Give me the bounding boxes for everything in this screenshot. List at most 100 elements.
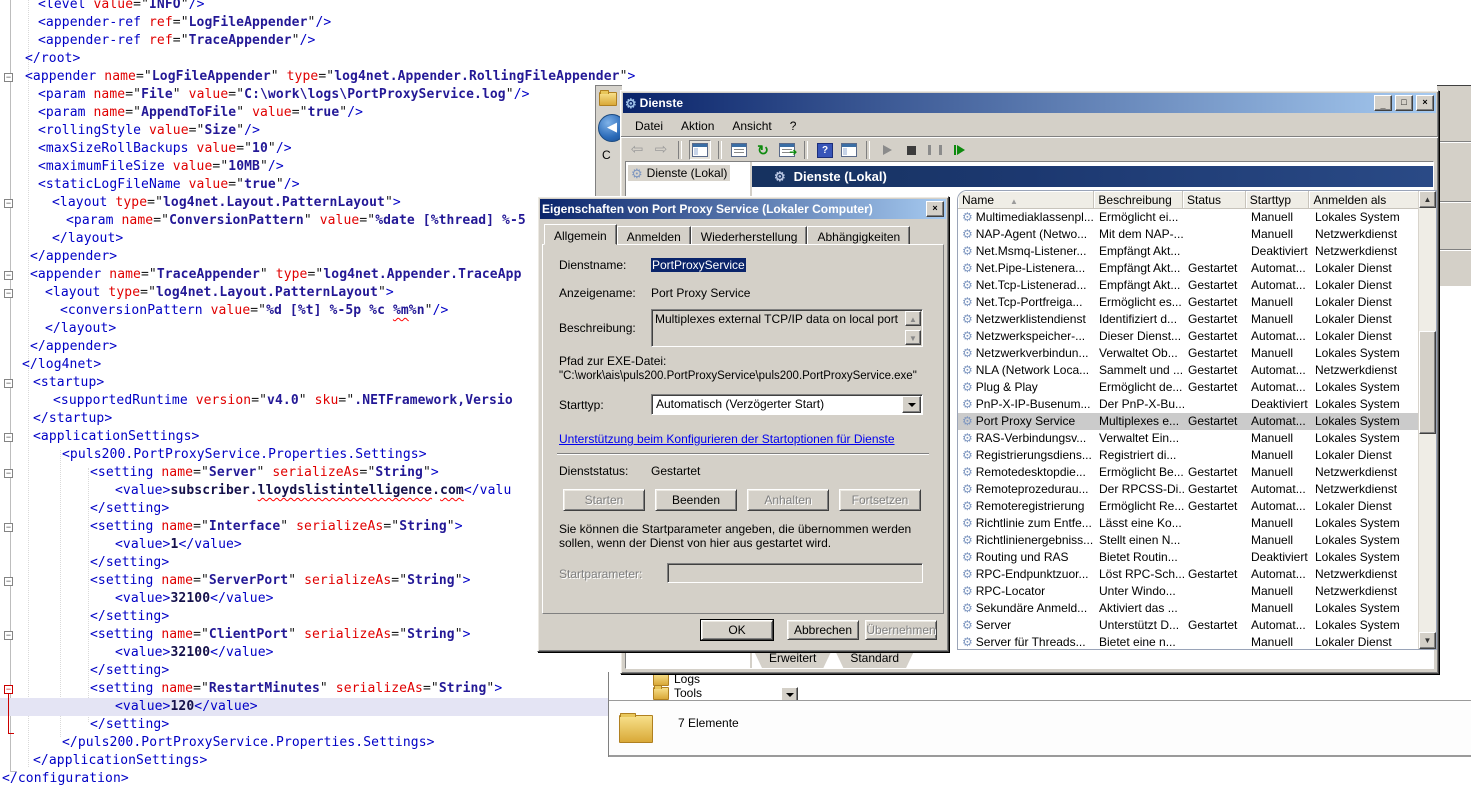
dialog-tab-anmelden[interactable]: Anmelden (617, 226, 691, 245)
service-row[interactable]: ⚙PnP-X-IP-Busenum...Der PnP-X-Bu...Deakt… (958, 396, 1419, 413)
service-row[interactable]: ⚙RPC-Endpunktzuor...Löst RPC-Sch...Gesta… (958, 566, 1419, 583)
dialog-tab-allgemein[interactable]: Allgemein (544, 224, 617, 245)
service-row[interactable]: ⚙Netzwerkspeicher-...Dieser Dienst...Ges… (958, 328, 1419, 345)
service-row[interactable]: ⚙Remotedesktopdie...Ermöglicht Be...Gest… (958, 464, 1419, 481)
service-row[interactable]: ⚙Registrierungsdiens...Registriert di...… (958, 447, 1419, 464)
services-list: Name▲BeschreibungStatusStarttypAnmelden … (957, 190, 1437, 650)
beschreibung-box[interactable]: Multiplexes external TCP/IP data on loca… (651, 309, 923, 347)
abbrechen-button[interactable]: Abbrechen (787, 620, 859, 640)
services-scrollbar[interactable]: ▲ ▼ (1418, 191, 1436, 649)
dialog-tab-abhangigkeiten[interactable]: Abhängigkeiten (807, 226, 910, 245)
pause-service-icon[interactable] (925, 141, 945, 159)
service-row[interactable]: ⚙Richtlinienergebniss...Stellt einen N..… (958, 532, 1419, 549)
code-line: </root> (0, 50, 1471, 68)
startparam-note: Sie können die Startparameter angeben, d… (559, 522, 931, 550)
console-tree-toggle-icon[interactable] (689, 140, 711, 160)
anhalten-button[interactable]: Anhalten (747, 489, 829, 511)
forward-icon[interactable]: ⇨ (651, 141, 671, 159)
menu-?[interactable]: ? (782, 118, 805, 134)
service-row[interactable]: ⚙Sekundäre Anmeld...Aktiviert das ...Man… (958, 600, 1419, 617)
service-row[interactable]: ⚙Net.Tcp-Listenerad...Empfängt Akt...Ges… (958, 277, 1419, 294)
service-row[interactable]: ⚙NLA (Network Loca...Sammelt und ...Gest… (958, 362, 1419, 379)
help-icon[interactable]: ? (815, 141, 835, 159)
service-row[interactable]: ⚙Multimediaklassenpl...Ermöglicht ei...M… (958, 209, 1419, 226)
scroll-up-button[interactable]: ▲ (905, 311, 921, 326)
maximize-button[interactable]: □ (1395, 95, 1413, 111)
anzeigename-label: Anzeigename: (559, 286, 636, 300)
service-row[interactable]: ⚙RPC-LocatorUnter Windo...ManuellNetzwer… (958, 583, 1419, 600)
beschreibung-scrollbar[interactable]: ▲ ▼ (905, 311, 921, 345)
explorer-file-item[interactable]: Logs (609, 672, 1471, 686)
background-window-edge (1437, 85, 1471, 672)
service-row[interactable]: ⚙Net.Msmq-Listener...Empfängt Akt...Deak… (958, 243, 1419, 260)
starten-button[interactable]: Starten (563, 489, 645, 511)
close-button[interactable]: × (1416, 95, 1434, 111)
scroll-up-button[interactable]: ▲ (1419, 191, 1436, 208)
fold-marker[interactable]: − (4, 523, 13, 532)
explorer-file-item[interactable]: Tools (609, 686, 1471, 700)
menu-ansicht[interactable]: Ansicht (724, 118, 779, 134)
fold-marker[interactable]: − (4, 577, 13, 586)
service-row[interactable]: ⚙Netzwerkverbindun...Verwaltet Ob...Gest… (958, 345, 1419, 362)
service-row[interactable]: ⚙Server für Threads...Bietet eine n...Ma… (958, 634, 1419, 650)
startparameter-input[interactable] (667, 563, 923, 583)
fold-marker[interactable]: − (4, 631, 13, 640)
service-row[interactable]: ⚙Remoteprozedurau...Der RPCSS-Di...Gesta… (958, 481, 1419, 498)
scroll-down-button[interactable]: ▼ (905, 330, 921, 345)
column-header-name[interactable]: Name▲ (958, 191, 1094, 209)
dialog-close-icon[interactable]: × (926, 201, 944, 217)
minimize-button[interactable]: _ (1374, 95, 1392, 111)
service-row[interactable]: ⚙Port Proxy ServiceMultiplexes e...Gesta… (958, 413, 1419, 430)
fortsetzen-button[interactable]: Fortsetzen (839, 489, 921, 511)
menu-aktion[interactable]: Aktion (673, 118, 722, 134)
start-service-icon[interactable] (877, 141, 897, 159)
refresh-icon[interactable]: ↻ (753, 141, 773, 159)
fold-marker[interactable]: − (4, 289, 13, 298)
startoptions-help-link[interactable]: Unterstützung beim Konfigurieren der Sta… (559, 432, 895, 446)
back-icon[interactable]: ⇦ (627, 141, 647, 159)
startparameter-label: Startparameter: (559, 567, 642, 581)
divider (557, 453, 929, 455)
combo-dropdown-icon[interactable] (902, 396, 921, 413)
explorer-window-bottom: LogsTools 7 Elemente (608, 672, 1471, 757)
menu-datei[interactable]: Datei (627, 118, 671, 134)
fold-marker-modified[interactable]: − (4, 685, 13, 694)
fold-marker[interactable]: − (4, 379, 13, 388)
stop-service-icon[interactable] (901, 141, 921, 159)
service-row[interactable]: ⚙Routing und RASBietet Routin...Deaktivi… (958, 549, 1419, 566)
service-row[interactable]: ⚙Plug & PlayErmöglicht de...GestartetAut… (958, 379, 1419, 396)
fold-marker[interactable]: − (4, 199, 13, 208)
column-header-beschreibung[interactable]: Beschreibung (1094, 191, 1183, 209)
service-row[interactable]: ⚙NetzwerklistendienstIdentifiziert d...G… (958, 311, 1419, 328)
starttyp-combobox[interactable]: Automatisch (Verzögerter Start) (651, 394, 923, 415)
restart-service-icon[interactable] (949, 141, 969, 159)
service-row[interactable]: ⚙RAS-Verbindungsv...Verwaltet Ein...Manu… (958, 430, 1419, 447)
properties-icon[interactable] (729, 141, 749, 159)
fold-marker[interactable]: − (4, 271, 13, 280)
service-gear-icon: ⚙ (962, 636, 973, 649)
tree-item-dienste-lokal[interactable]: ⚙ Dienste (Lokal) (628, 165, 730, 181)
explorer-file-list[interactable]: LogsTools (609, 672, 1471, 700)
service-row[interactable]: ⚙NAP-Agent (Netwo...Mit dem NAP-...Manue… (958, 226, 1419, 243)
ubernehmen-button[interactable]: Übernehmen (865, 620, 937, 640)
service-row[interactable]: ⚙Richtlinie zum Entfe...Lässt eine Ko...… (958, 515, 1419, 532)
new-window-icon[interactable] (839, 141, 859, 159)
column-header-starttyp[interactable]: Starttyp (1246, 191, 1310, 209)
scroll-down-button[interactable]: ▼ (1419, 632, 1436, 649)
scrollbar-thumb[interactable] (1419, 331, 1436, 434)
export-list-icon[interactable]: ➔ (777, 141, 797, 159)
column-header-status[interactable]: Status (1183, 191, 1246, 209)
ok-button[interactable]: OK (701, 620, 773, 640)
dialog-tabstrip: AllgemeinAnmeldenWiederherstellungAbhäng… (544, 224, 910, 245)
service-row[interactable]: ⚙ServerUnterstützt D...GestartetAutomat.… (958, 617, 1419, 634)
dienstname-value[interactable]: PortProxyService (651, 258, 746, 272)
fold-marker[interactable]: − (4, 73, 13, 82)
service-row[interactable]: ⚙Net.Tcp-Portfreiga...Ermöglicht es...Ge… (958, 294, 1419, 311)
column-header-anmelden-als[interactable]: Anmelden als (1309, 191, 1419, 209)
service-row[interactable]: ⚙RemoteregistrierungErmöglicht Re...Gest… (958, 498, 1419, 515)
fold-marker[interactable]: − (4, 469, 13, 478)
fold-marker[interactable]: − (4, 433, 13, 442)
dialog-tab-wiederherstellung[interactable]: Wiederherstellung (691, 226, 808, 245)
beenden-button[interactable]: Beenden (655, 489, 737, 511)
service-row[interactable]: ⚙Net.Pipe-Listenera...Empfängt Akt...Ges… (958, 260, 1419, 277)
